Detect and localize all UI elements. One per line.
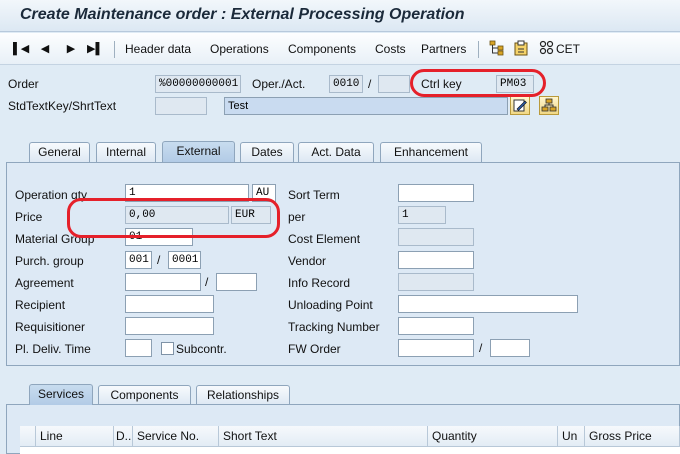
- previous-page-icon[interactable]: ◀: [38, 41, 52, 57]
- title-bar: Create Maintenance order : External Proc…: [0, 0, 680, 32]
- recipient-field[interactable]: [125, 295, 214, 313]
- application-toolbar: ▌◀ ◀ ▶ ▶▌ Header data Operations Compone…: [0, 33, 680, 65]
- cet-button[interactable]: CET: [556, 41, 580, 57]
- order-field[interactable]: %00000000001: [155, 75, 241, 93]
- tracking-number-field[interactable]: [398, 317, 474, 335]
- tab-dates[interactable]: Dates: [240, 142, 294, 162]
- sub-operation-field[interactable]: [378, 75, 410, 93]
- tab-general[interactable]: General: [29, 142, 90, 162]
- pl-deliv-time-field[interactable]: [125, 339, 152, 357]
- unloading-point-label: Unloading Point: [288, 298, 373, 312]
- per-label: per: [288, 210, 306, 224]
- operation-qty-field[interactable]: 1: [125, 184, 249, 202]
- std-text-key-field[interactable]: [155, 97, 207, 115]
- column-header-service-no[interactable]: Service No.: [133, 426, 219, 446]
- edit-icon[interactable]: [510, 96, 530, 115]
- clipboard-icon[interactable]: [513, 40, 529, 56]
- next-page-icon[interactable]: ▶: [64, 41, 78, 57]
- subcontracting-checkbox[interactable]: [161, 342, 174, 355]
- purch-group-label: Purch. group: [15, 254, 84, 268]
- material-group-label: Material Group: [15, 232, 95, 246]
- vendor-field[interactable]: [398, 251, 474, 269]
- cet-icon[interactable]: [539, 40, 555, 56]
- requisitioner-field[interactable]: [125, 317, 214, 335]
- agreement-item-field[interactable]: [216, 273, 257, 291]
- fw-order-item-field[interactable]: [490, 339, 530, 357]
- window-title: Create Maintenance order : External Proc…: [20, 6, 465, 23]
- info-record-label: Info Record: [288, 276, 351, 290]
- material-group-field[interactable]: 01: [125, 228, 193, 246]
- table-row[interactable]: [20, 446, 680, 454]
- purch-group-separator: /: [157, 253, 161, 267]
- oper-act-label: Oper./Act.: [252, 77, 306, 91]
- info-record-field[interactable]: [398, 273, 474, 291]
- currency-field[interactable]: EUR: [231, 206, 271, 224]
- std-text-key-label: StdTextKey/ShrtText: [8, 99, 117, 113]
- first-page-icon[interactable]: ▌◀: [13, 41, 29, 57]
- cost-element-label: Cost Element: [288, 232, 361, 246]
- operation-qty-label: Operation qty: [15, 188, 88, 202]
- fw-order-separator: /: [479, 341, 483, 355]
- partners-button[interactable]: Partners: [421, 41, 466, 57]
- agreement-field[interactable]: [125, 273, 201, 291]
- column-header-unit[interactable]: Un: [558, 426, 585, 446]
- requisitioner-label: Requisitioner: [15, 320, 86, 334]
- recipient-label: Recipient: [15, 298, 66, 312]
- agreement-separator: /: [205, 275, 209, 289]
- tab-internal[interactable]: Internal: [96, 142, 156, 162]
- column-header-d[interactable]: D..: [114, 426, 133, 446]
- oper-act-field[interactable]: 0010: [329, 75, 363, 93]
- tracking-number-label: Tracking Number: [288, 320, 380, 334]
- cost-element-field[interactable]: [398, 228, 474, 246]
- header-data-button[interactable]: Header data: [125, 41, 191, 57]
- purch-group-field[interactable]: 001: [125, 251, 152, 269]
- ctrl-key-field[interactable]: PM03: [496, 75, 534, 93]
- vendor-label: Vendor: [288, 254, 327, 268]
- toolbar-separator: [478, 41, 479, 58]
- sort-term-label: Sort Term: [288, 188, 340, 202]
- order-label: Order: [8, 77, 39, 91]
- tab-enhancement[interactable]: Enhancement: [380, 142, 482, 162]
- components-button[interactable]: Components: [288, 41, 356, 57]
- hierarchy-icon[interactable]: [489, 40, 505, 56]
- external-panel: [6, 162, 680, 366]
- unloading-point-field[interactable]: [398, 295, 578, 313]
- short-text-field[interactable]: Test: [224, 97, 508, 115]
- oper-act-separator: /: [368, 77, 372, 91]
- tab-act-data[interactable]: Act. Data: [298, 142, 374, 162]
- fw-order-field[interactable]: [398, 339, 474, 357]
- agreement-label: Agreement: [15, 276, 74, 290]
- fw-order-label: FW Order: [288, 342, 341, 356]
- operation-unit-field[interactable]: AU: [252, 184, 276, 202]
- per-field[interactable]: 1: [398, 206, 446, 224]
- column-header-short-text[interactable]: Short Text: [219, 426, 428, 446]
- toolbar-separator: [114, 41, 115, 58]
- price-field[interactable]: 0,00: [125, 206, 229, 224]
- price-label: Price: [15, 210, 43, 224]
- subcontracting-label: Subcontr.: [176, 342, 227, 356]
- column-header-gross-price[interactable]: Gross Price: [585, 426, 680, 446]
- tab-external[interactable]: External: [162, 141, 235, 162]
- tab-relationships[interactable]: Relationships: [196, 385, 290, 405]
- row-selector-header[interactable]: [20, 426, 36, 446]
- pl-deliv-time-label: Pl. Deliv. Time: [15, 342, 91, 356]
- operations-button[interactable]: Operations: [210, 41, 269, 57]
- purch-org-field[interactable]: 0001: [168, 251, 201, 269]
- last-page-icon[interactable]: ▶▌: [87, 41, 103, 57]
- costs-button[interactable]: Costs: [375, 41, 406, 57]
- structure-icon[interactable]: [539, 96, 559, 115]
- ctrl-key-label: Ctrl key: [421, 77, 462, 91]
- column-header-quantity[interactable]: Quantity: [428, 426, 558, 446]
- sort-term-field[interactable]: [398, 184, 474, 202]
- tab-components[interactable]: Components: [98, 385, 191, 405]
- column-header-line[interactable]: Line: [36, 426, 114, 446]
- tab-services[interactable]: Services: [29, 384, 93, 405]
